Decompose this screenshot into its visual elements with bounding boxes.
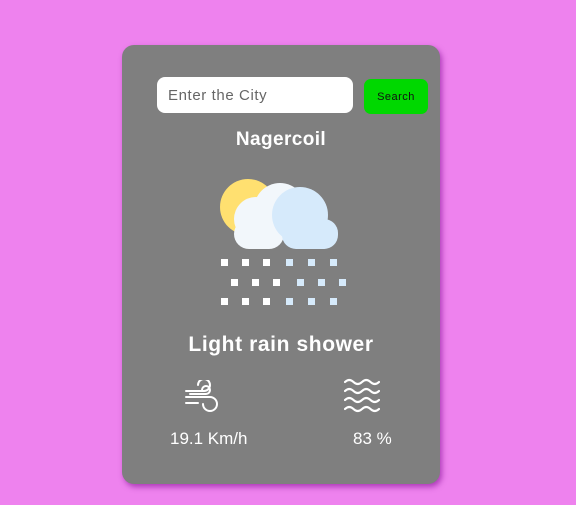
humidity-waves-icon (343, 378, 381, 419)
weather-condition: Light rain shower (188, 333, 374, 356)
sun-cloud-rain-icon (218, 177, 348, 312)
search-button[interactable]: Search (364, 79, 428, 114)
weather-card: Search Nagercoil (122, 45, 440, 484)
city-search-input[interactable] (157, 77, 353, 113)
humidity-value: 83 % (353, 429, 392, 448)
wind-speed-value: 19.1 Km/h (170, 429, 248, 448)
wind-icon (184, 378, 220, 419)
city-name: Nagercoil (235, 129, 327, 150)
